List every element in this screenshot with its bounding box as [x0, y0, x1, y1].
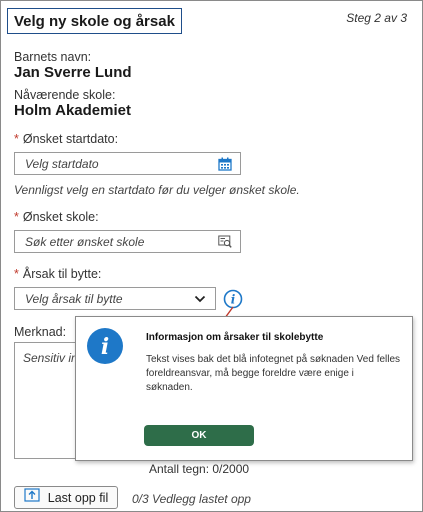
school-search-placeholder: Søk etter ønsket skole	[25, 234, 145, 249]
chevron-down-icon[interactable]	[190, 289, 210, 309]
info-dialog: i Informasjon om årsaker til skolebytte …	[75, 316, 413, 461]
upload-status: 0/3 Vedlegg lastet opp	[132, 492, 251, 506]
start-date-placeholder: Velg startdato	[25, 156, 99, 171]
ok-button[interactable]: OK	[144, 425, 254, 446]
reason-label: * Årsak til bytte:	[14, 267, 101, 281]
remark-label: Merknad:	[14, 325, 67, 339]
dialog-info-glyph: i	[101, 334, 109, 360]
page-title: Velg ny skole og årsak	[7, 8, 182, 34]
reason-placeholder: Velg årsak til bytte	[25, 291, 123, 306]
page-frame: Velg ny skole og årsak Steg 2 av 3 Barne…	[0, 0, 423, 512]
required-marker: *	[14, 132, 19, 146]
search-list-icon[interactable]	[215, 232, 235, 252]
start-date-field[interactable]: Velg startdato	[14, 152, 241, 175]
info-circle-icon: i	[86, 327, 124, 365]
school-search-field[interactable]: Søk etter ønsket skole	[14, 230, 241, 253]
current-school-label: Nåværende skole:	[14, 88, 116, 102]
calendar-icon[interactable]	[215, 154, 235, 174]
child-name-label: Barnets navn:	[14, 50, 92, 64]
required-marker: *	[14, 267, 19, 281]
school-label: * Ønsket skole:	[14, 210, 99, 224]
character-counter: Antall tegn: 0/2000	[149, 462, 250, 476]
current-school-value: Holm Akademiet	[14, 102, 131, 119]
upload-file-label: Last opp fil	[47, 490, 109, 505]
upload-file-button[interactable]: Last opp fil	[14, 486, 118, 509]
start-date-label: * Ønsket startdato:	[14, 132, 118, 146]
start-date-label-text: Ønsket startdato:	[22, 132, 119, 146]
reason-label-text: Årsak til bytte:	[22, 267, 102, 281]
child-name-value: Jan Sverre Lund	[14, 64, 132, 81]
reason-select[interactable]: Velg årsak til bytte	[14, 287, 216, 310]
dialog-title: Informasjon om årsaker til skolebytte	[146, 332, 324, 343]
dialog-text: Tekst vises bak det blå infotegnet på sø…	[146, 354, 401, 393]
required-marker: *	[14, 210, 19, 224]
upload-icon	[24, 488, 40, 507]
start-date-hint: Vennligst velg en startdato før du velge…	[14, 183, 300, 197]
step-indicator: Steg 2 av 3	[346, 11, 407, 25]
school-label-text: Ønsket skole:	[22, 210, 99, 224]
